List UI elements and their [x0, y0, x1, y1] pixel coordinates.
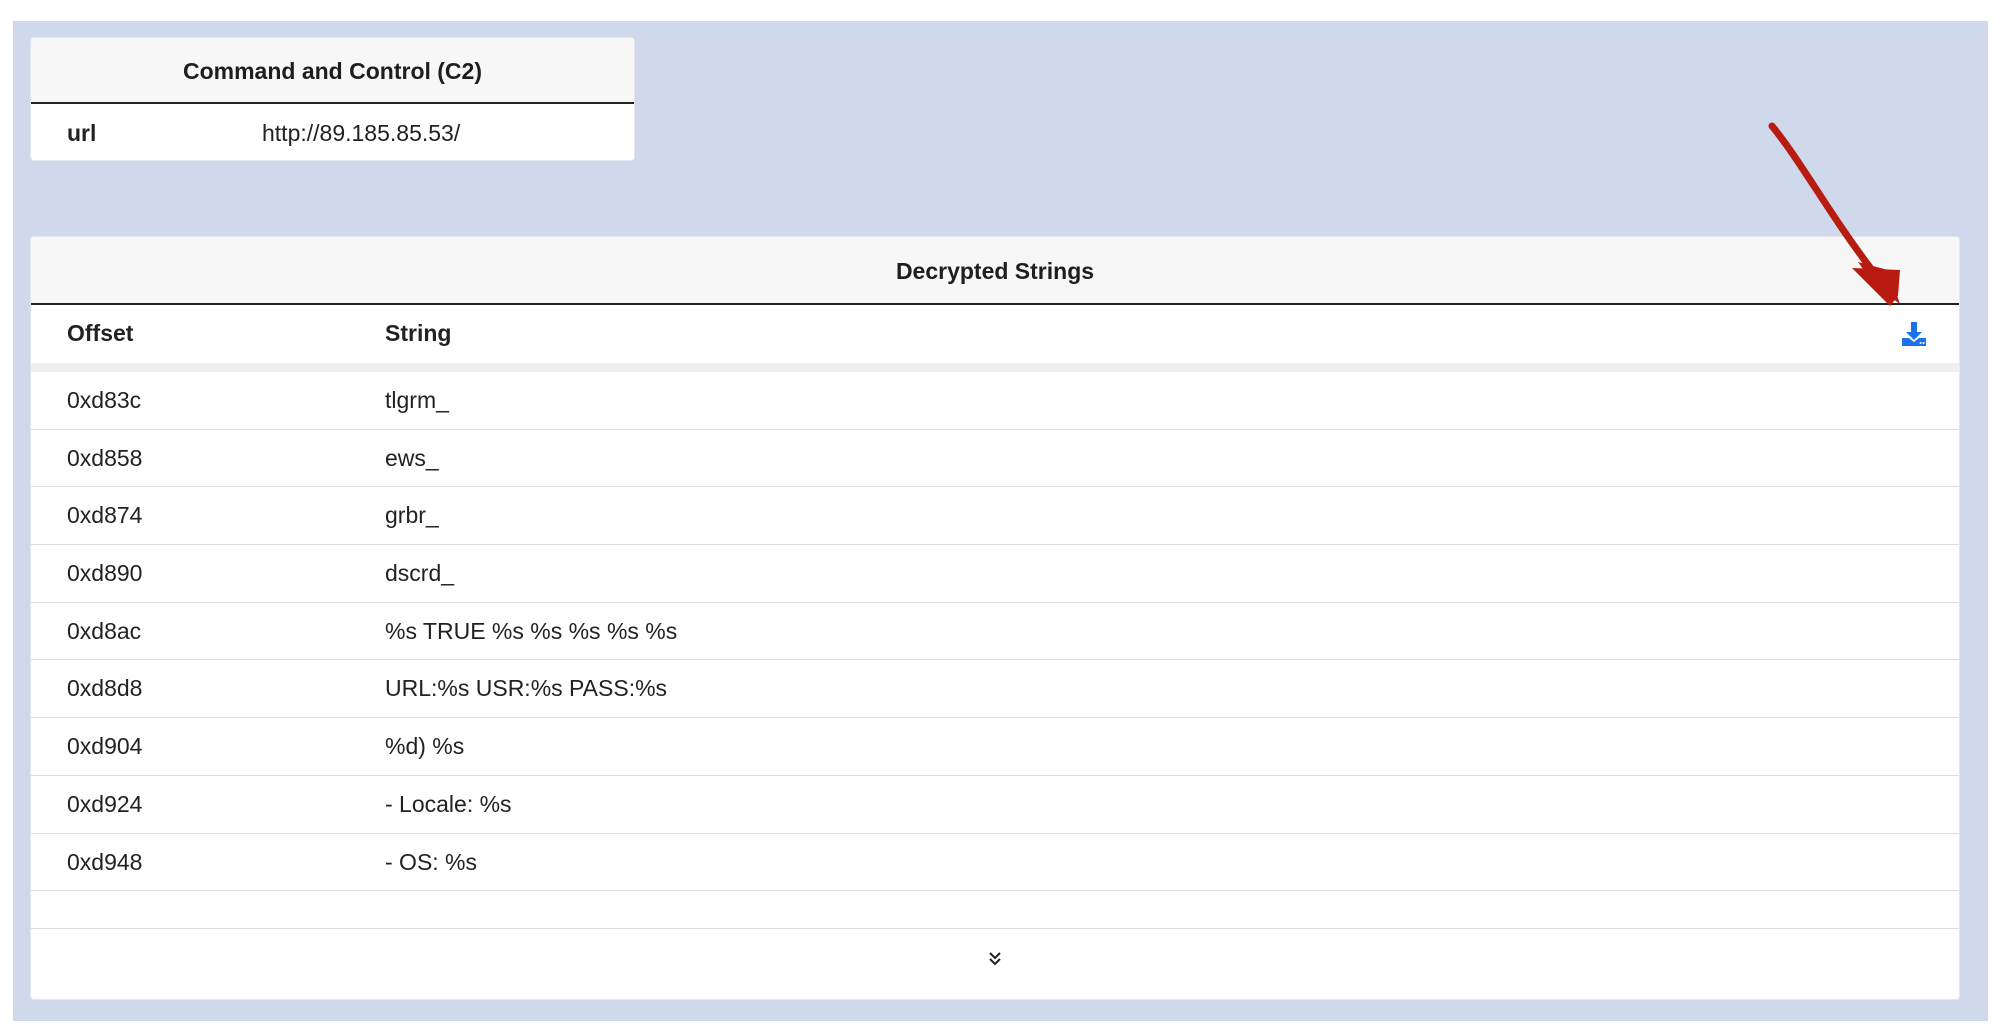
string-cell: - Locale: %s	[385, 790, 512, 817]
offset-cell: 0xd890	[67, 560, 143, 587]
string-cell: URL:%s USR:%s PASS:%s	[385, 675, 668, 702]
annotation-arrow-icon	[1768, 122, 1900, 306]
table-body: 0xd83c tlgrm_ 0xd858 ews_ 0xd874 grbr_ 0xd8…	[31, 372, 1959, 930]
offset-cell: 0xd8ac	[67, 617, 142, 644]
c2-card: Command and Control (C2) url http://89.1…	[30, 37, 635, 161]
string-cell: tlgrm_	[385, 387, 449, 413]
offset-cell: 0xd948	[67, 848, 143, 875]
c2-row: url http://89.185.85.53/	[31, 104, 634, 160]
offset-cell: 0xd924	[67, 790, 143, 817]
offset-cell: 0xd8d8	[67, 675, 143, 702]
table-row: 0xd890 dscrd_	[31, 545, 1959, 603]
download-icon[interactable]	[1899, 319, 1929, 349]
offset-cell: 0xd904	[67, 733, 143, 760]
chevron-double-down-icon[interactable]	[31, 949, 1959, 979]
c2-title: Command and Control (C2)	[31, 38, 634, 104]
table-row-empty	[31, 891, 1959, 930]
decrypted-strings-title: Decrypted Strings	[31, 237, 1959, 305]
column-header-string: String	[385, 320, 452, 346]
table-row: 0xd8d8 URL:%s USR:%s PASS:%s	[31, 660, 1959, 719]
column-header-offset: Offset	[67, 320, 134, 346]
table-row: 0xd874 grbr_	[31, 487, 1959, 546]
offset-cell: 0xd874	[67, 502, 143, 529]
table-row: 0xd858 ews_	[31, 430, 1959, 488]
string-cell: dscrd_	[385, 560, 455, 587]
table-header: Offset String	[31, 305, 1959, 372]
offset-cell: 0xd83c	[67, 387, 142, 413]
offset-cell: 0xd858	[67, 444, 143, 471]
table-row: 0xd83c tlgrm_	[31, 372, 1959, 430]
decrypted-strings-card: Decrypted Strings Offset String 0xd83c tl…	[30, 236, 1960, 1000]
table-row: 0xd904 %d) %s	[31, 718, 1959, 776]
string-cell: %s TRUE %s %s %s %s %s	[385, 617, 678, 644]
string-cell: grbr_	[385, 502, 439, 529]
table-row: 0xd924 - Locale: %s	[31, 776, 1959, 834]
string-cell: ews_	[385, 444, 439, 471]
string-cell: %d) %s	[385, 733, 465, 760]
string-cell: - OS: %s	[385, 848, 478, 875]
c2-key: url	[67, 120, 97, 146]
table-row: 0xd8ac %s TRUE %s %s %s %s %s	[31, 603, 1959, 661]
c2-value: http://89.185.85.53/	[262, 120, 461, 146]
table-row: 0xd948 - OS: %s	[31, 834, 1959, 892]
